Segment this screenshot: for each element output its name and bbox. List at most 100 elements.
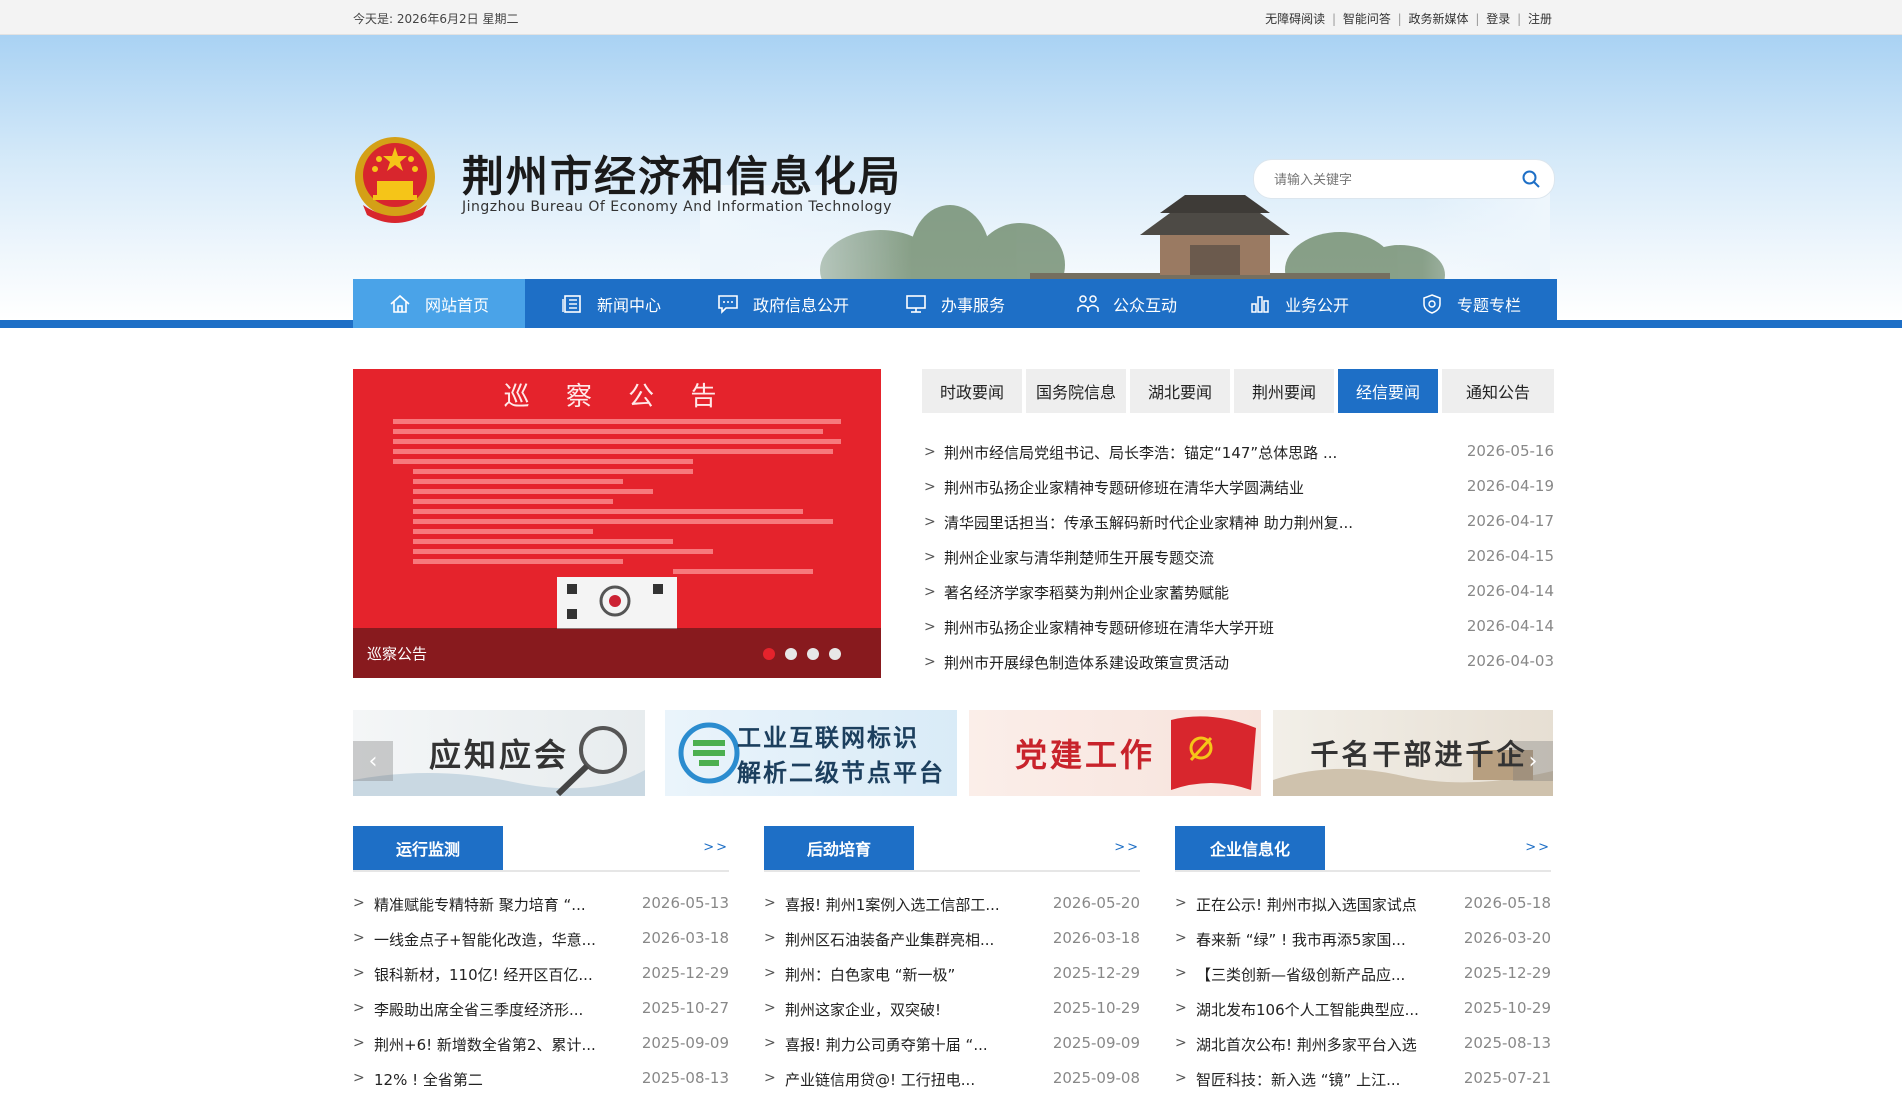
home-icon — [390, 294, 410, 313]
list-item[interactable]: > 荆州：白色家电 “新一极” 2025-12-29 — [764, 962, 1140, 997]
item-title[interactable]: 李殿助出席全省三季度经济形... — [374, 999, 583, 1020]
news-title[interactable]: 荆州市弘扬企业家精神专题研修班在清华大学圆满结业 — [944, 477, 1304, 498]
item-title[interactable]: 荆州区石油装备产业集群亮相... — [785, 929, 994, 950]
link-login[interactable]: 登录 — [1486, 12, 1510, 26]
news-title[interactable]: 著名经济学家李稻葵为荆州企业家蓄势赋能 — [944, 582, 1229, 603]
list-item[interactable]: >12% ! 全省第二 2025-08-13 — [353, 1067, 729, 1102]
list-item[interactable]: > 清华园里话担当：传承玉解码新时代企业家精神 助力荆州复... 2026-04-1… — [922, 510, 1554, 545]
tab-jingzhou-news[interactable]: 荆州要闻 — [1234, 369, 1334, 413]
item-title[interactable]: 银科新材，110亿! 经开区百亿... — [374, 964, 593, 985]
item-date: 2025-12-29 — [1052, 964, 1140, 982]
card-subtitle: 解析二级节点平台 — [737, 759, 945, 787]
news-title[interactable]: 清华园里话担当：传承玉解码新时代企业家精神 助力荆州复... — [944, 512, 1353, 533]
list-item[interactable]: > 荆州市经信局党组书记、局长李浩：锚定“147”总体思路 ... 2026-05-… — [922, 440, 1554, 475]
link-accessibility[interactable]: 无障碍阅读 — [1265, 12, 1325, 26]
item-title[interactable]: 正在公示! 荆州市拟入选国家试点 — [1196, 894, 1417, 915]
link-smart-qa[interactable]: 智能问答 — [1343, 12, 1391, 26]
list-item[interactable]: > 喜报! 荆力公司勇夺第十届 “... 2025-09-09 — [764, 1032, 1140, 1067]
column-title[interactable]: 运行监测 — [353, 826, 503, 870]
bullet-arrow: > — [764, 1070, 776, 1086]
bullet-arrow: > — [353, 965, 365, 981]
nav-news-center[interactable]: 新闻中心 — [525, 279, 697, 328]
chevron-left-icon: ‹ — [368, 748, 378, 774]
nav-home-label: 网站首页 — [424, 295, 489, 315]
nav-gov-info[interactable]: 政府信息公开 — [697, 279, 869, 328]
tab-hubei-news[interactable]: 湖北要闻 — [1130, 369, 1230, 413]
list-item[interactable]: > 荆州区石油装备产业集群亮相... 2026-03-18 — [764, 927, 1140, 962]
news-title[interactable]: 荆州企业家与清华荆楚师生开展专题交流 — [944, 547, 1214, 568]
item-title[interactable]: 春来新 “绿” ! 我市再添5家国... — [1196, 929, 1406, 950]
search-input[interactable] — [1272, 169, 1516, 191]
list-item[interactable]: > 正在公示! 荆州市拟入选国家试点 2026-05-18 — [1175, 892, 1551, 927]
nav-business-disclosure[interactable]: 业务公开 — [1213, 279, 1385, 328]
nav-public-interaction[interactable]: 公众互动 — [1041, 279, 1213, 328]
top-bar: 今天是: 2026年6月2日 星期二 无障碍阅读 | 智能问答 | 政务新媒体 … — [0, 0, 1902, 35]
item-title[interactable]: 荆州：白色家电 “新一极” — [785, 964, 955, 985]
card-cadres-enterprises[interactable]: 千名干部进千企 — [1273, 710, 1553, 796]
column-header: 后劲培育 >> — [764, 826, 1140, 872]
tab-announcements[interactable]: 通知公告 — [1442, 369, 1554, 413]
tab-current-affairs[interactable]: 时政要闻 — [922, 369, 1022, 413]
list-item[interactable]: > 产业链信用贷@! 工行扭电... 2025-09-08 — [764, 1067, 1140, 1102]
news-title[interactable]: 荆州市弘扬企业家精神专题研修班在清华大学开班 — [944, 617, 1274, 638]
carousel-prev-button[interactable]: ‹ — [353, 741, 393, 781]
list-item[interactable]: > 春来新 “绿” ! 我市再添5家国... 2026-03-20 — [1175, 927, 1551, 962]
item-title[interactable]: 荆州这家企业，双突破! — [785, 999, 941, 1020]
nav-services[interactable]: 办事服务 — [869, 279, 1041, 328]
item-title[interactable]: 喜报! 荆力公司勇夺第十届 “... — [785, 1034, 988, 1055]
link-register[interactable]: 注册 — [1528, 12, 1552, 26]
search-icon[interactable] — [1522, 170, 1540, 188]
list-item[interactable]: > 荆州+6! 新增数全省第2、累计... 2025-09-09 — [353, 1032, 729, 1067]
slider-dot[interactable] — [785, 648, 797, 660]
item-title[interactable]: 喜报! 荆州1案例入选工信部工... — [785, 894, 1000, 915]
list-item[interactable]: > 【三类创新—省级创新产品应... 2025-12-29 — [1175, 962, 1551, 997]
news-title[interactable]: 荆州市经信局党组书记、局长李浩：锚定“147”总体思路 ... — [944, 442, 1337, 463]
slide-caption[interactable]: 巡察公告 — [367, 643, 427, 664]
link-gov-media[interactable]: 政务新媒体 — [1409, 12, 1469, 26]
nav-home[interactable]: 网站首页 — [353, 279, 525, 328]
item-title[interactable]: 精准赋能专精特新 聚力培育 “... — [374, 894, 586, 915]
list-item[interactable]: > 喜报! 荆州1案例入选工信部工... 2026-05-20 — [764, 892, 1140, 927]
tab-economy-news[interactable]: 经信要闻 — [1338, 369, 1438, 413]
more-link[interactable]: >> — [703, 840, 729, 855]
more-link[interactable]: >> — [1114, 840, 1140, 855]
slider-dot[interactable] — [807, 648, 819, 660]
list-item[interactable]: > 荆州市弘扬企业家精神专题研修班在清华大学开班 2026-04-14 — [922, 615, 1554, 650]
item-title[interactable]: 湖北首次公布! 荆州多家平台入选 — [1196, 1034, 1417, 1055]
image-slider[interactable]: 巡 察 公 告 巡察公告 — [353, 369, 881, 678]
column-title[interactable]: 后劲培育 — [764, 826, 914, 870]
item-title[interactable]: 湖北发布106个人工智能典型应... — [1196, 999, 1419, 1020]
news-title[interactable]: 荆州市开展绿色制造体系建设政策宣贯活动 — [944, 652, 1229, 673]
list-item[interactable]: > 湖北发布106个人工智能典型应... 2025-10-29 — [1175, 997, 1551, 1032]
column-title[interactable]: 企业信息化 — [1175, 826, 1325, 870]
item-title[interactable]: 【三类创新—省级创新产品应... — [1196, 964, 1405, 985]
more-link[interactable]: >> — [1525, 840, 1551, 855]
item-title[interactable]: 荆州+6! 新增数全省第2、累计... — [374, 1034, 596, 1055]
list-item[interactable]: > 著名经济学家李稻葵为荆州企业家蓄势赋能 2026-04-14 — [922, 580, 1554, 615]
list-item[interactable]: > 荆州企业家与清华荆楚师生开展专题交流 2026-04-15 — [922, 545, 1554, 580]
list-item[interactable]: > 智匠科技：新入选 “镜” 上江... 2025-07-21 — [1175, 1067, 1551, 1102]
card-industrial-internet[interactable]: 工业互联网标识 解析二级节点平台 — [665, 710, 957, 796]
nav-special-topics[interactable]: 专题专栏 — [1385, 279, 1557, 328]
slider-dot[interactable] — [829, 648, 841, 660]
news-date: 2026-04-15 — [1466, 547, 1554, 565]
item-title[interactable]: 一线金点子+智能化改造，华意... — [374, 929, 596, 950]
list-item[interactable]: > 荆州这家企业，双突破! 2025-10-29 — [764, 997, 1140, 1032]
list-item[interactable]: > 李殿助出席全省三季度经济形... 2025-10-27 — [353, 997, 729, 1032]
card-must-know[interactable]: 应知应会 — [353, 710, 645, 796]
list-item[interactable]: > 湖北首次公布! 荆州多家平台入选 2025-08-13 — [1175, 1032, 1551, 1067]
bullet-arrow: > — [924, 584, 936, 600]
list-item[interactable]: > 银科新材，110亿! 经开区百亿... 2025-12-29 — [353, 962, 729, 997]
list-item[interactable]: > 精准赋能专精特新 聚力培育 “... 2026-05-13 — [353, 892, 729, 927]
list-item[interactable]: > 一线金点子+智能化改造，华意... 2026-03-18 — [353, 927, 729, 962]
news-date: 2026-04-03 — [1466, 652, 1554, 670]
nav-news-center-label: 新闻中心 — [596, 295, 661, 315]
column-momentum-cultivation: 后劲培育 >> > 喜报! 荆州1案例入选工信部工... 2026-05-20 > 荆… — [764, 826, 1140, 1102]
tab-state-council[interactable]: 国务院信息 — [1026, 369, 1126, 413]
slider-dot[interactable] — [763, 648, 775, 660]
nav-services-label: 办事服务 — [940, 295, 1005, 315]
card-party-building[interactable]: 党建工作 — [969, 710, 1261, 796]
list-item[interactable]: > 荆州市开展绿色制造体系建设政策宣贯活动 2026-04-03 — [922, 650, 1554, 685]
bullet-arrow: > — [764, 930, 776, 946]
list-item[interactable]: > 荆州市弘扬企业家精神专题研修班在清华大学圆满结业 2026-04-19 — [922, 475, 1554, 510]
